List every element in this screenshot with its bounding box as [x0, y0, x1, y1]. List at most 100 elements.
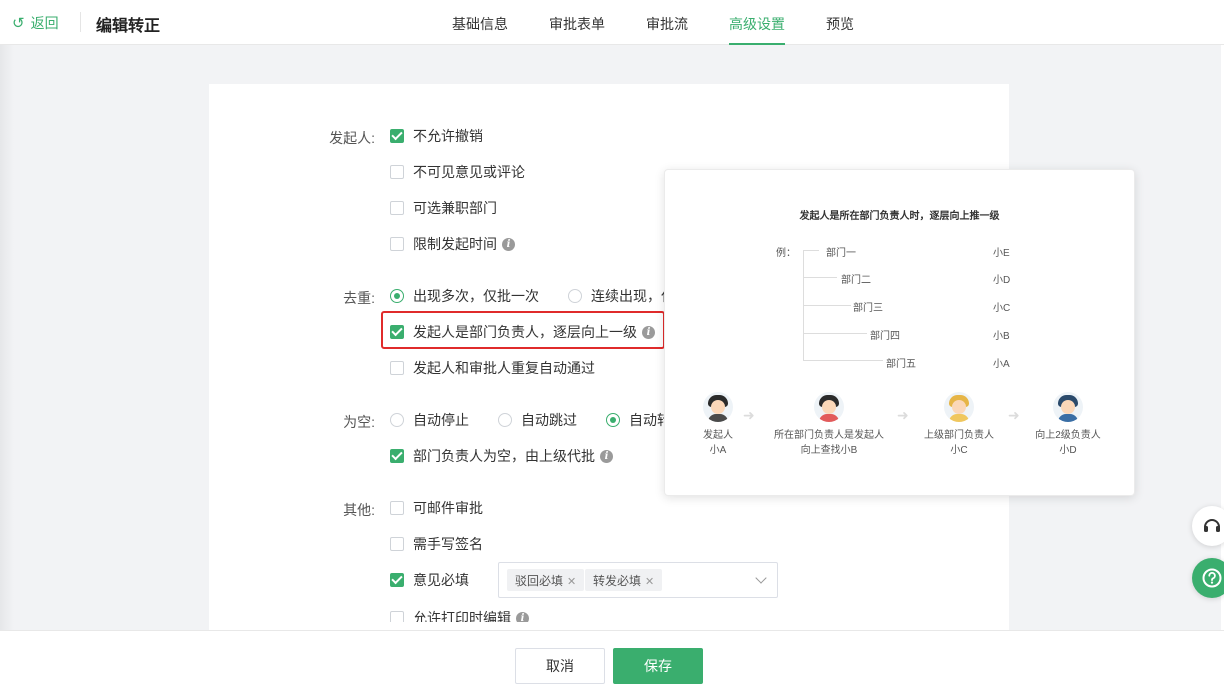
- tab-advanced-settings[interactable]: 高级设置: [729, 0, 785, 45]
- headset-icon: [1204, 519, 1220, 532]
- radio-auto-stop[interactable]: 自动停止: [390, 410, 469, 430]
- option-text: 限制发起时间: [413, 236, 497, 252]
- radio-auto-skip-dot[interactable]: [498, 413, 512, 427]
- option-text: 可选兼职部门: [413, 200, 497, 216]
- back-label: 返回: [30, 15, 59, 31]
- tab-preview[interactable]: 预览: [826, 0, 854, 45]
- info-icon[interactable]: i: [600, 449, 613, 463]
- flow-line1: 所在部门负责人是发起人: [774, 430, 884, 441]
- top-header: ↺ 返回 编辑转正 基础信息 审批表单 审批流 高级设置 预览: [0, 0, 1224, 45]
- option-text: 意见必填: [413, 572, 469, 588]
- checkbox-limit-time[interactable]: [390, 237, 404, 251]
- avatar-icon: [1053, 392, 1083, 422]
- dedupe-label: 去重:: [343, 290, 375, 306]
- empty-label: 为空:: [343, 414, 375, 430]
- option-text: 不允许撤销: [413, 128, 483, 144]
- info-icon[interactable]: i: [516, 611, 529, 622]
- checkbox-email[interactable]: [390, 501, 404, 515]
- other-label: 其他:: [343, 502, 375, 518]
- arrow-right-icon: ➜: [743, 407, 755, 423]
- tag-reject-required: 驳回必填 ✕: [507, 569, 585, 591]
- checkbox-opinion[interactable]: [390, 573, 404, 587]
- footer-bar: 取消 保存: [0, 630, 1224, 686]
- cancel-button[interactable]: 取消: [515, 648, 605, 684]
- option-opinion[interactable]: 意见必填: [390, 570, 469, 590]
- person-1: 小E: [993, 248, 1010, 259]
- radio-approve-once[interactable]: 出现多次，仅批一次: [390, 286, 539, 306]
- option-part-time-dept[interactable]: 可选兼职部门: [390, 198, 497, 218]
- dept-4: 部门四: [870, 331, 900, 342]
- flow-line2: 小C: [950, 445, 968, 456]
- checkbox-print-edit[interactable]: [390, 611, 404, 622]
- avatar-icon: [703, 392, 733, 422]
- dept-5: 部门五: [886, 359, 916, 370]
- person-3: 小C: [993, 303, 1011, 314]
- option-no-revoke[interactable]: 不允许撤销: [390, 126, 483, 146]
- avatar-icon: [944, 392, 974, 422]
- option-text: 部门负责人为空，由上级代批: [413, 448, 595, 464]
- option-text: 连续出现，仅: [591, 288, 675, 304]
- flow-line1: 向上2级负责人: [1035, 430, 1101, 441]
- customer-service-button[interactable]: [1192, 506, 1224, 546]
- close-icon[interactable]: ✕: [567, 576, 576, 588]
- dept-2: 部门二: [841, 275, 871, 286]
- flow-node-level2-head: 向上2级负责人 小D: [1003, 392, 1133, 458]
- option-supervisor[interactable]: 部门负责人为空，由上级代批 i: [390, 446, 613, 466]
- tag-forward-required: 转发必填 ✕: [585, 569, 663, 591]
- close-icon[interactable]: ✕: [645, 576, 654, 588]
- tab-basic-info[interactable]: 基础信息: [452, 0, 508, 45]
- tree-branch: [803, 305, 851, 306]
- checkbox-part-time-dept[interactable]: [390, 201, 404, 215]
- radio-consecutive-dot[interactable]: [568, 289, 582, 303]
- checkbox-supervisor[interactable]: [390, 449, 404, 463]
- example-label: 例：: [776, 248, 796, 259]
- option-text: 需手写签名: [413, 536, 483, 552]
- help-button[interactable]: [1192, 558, 1224, 598]
- avatar-icon: [814, 392, 844, 422]
- tab-bar: 基础信息 审批表单 审批流 高级设置 预览: [452, 0, 895, 45]
- option-limit-time[interactable]: 限制发起时间 i: [390, 234, 515, 254]
- flow-line1: 发起人: [703, 430, 733, 441]
- option-text: 允许打印时编辑: [413, 610, 511, 622]
- option-text: 发起人和审批人重复自动通过: [413, 360, 595, 376]
- save-button[interactable]: 保存: [613, 648, 703, 684]
- initiator-label: 发起人:: [329, 130, 375, 146]
- checkbox-hide-comments[interactable]: [390, 165, 404, 179]
- popover-title: 发起人是所在部门负责人时，逐层向上推一级: [799, 211, 1000, 222]
- option-print-edit[interactable]: 允许打印时编辑 i: [390, 608, 529, 622]
- back-button[interactable]: ↺ 返回: [12, 13, 59, 33]
- flow-line2: 小A: [709, 445, 727, 456]
- option-signature[interactable]: 需手写签名: [390, 534, 483, 554]
- radio-approve-once-dot[interactable]: [390, 289, 404, 303]
- tab-approval-flow[interactable]: 审批流: [646, 0, 688, 45]
- option-text: 不可见意见或评论: [413, 164, 525, 180]
- option-text: 可邮件审批: [413, 500, 483, 516]
- tab-approval-form[interactable]: 审批表单: [549, 0, 605, 45]
- checkbox-signature[interactable]: [390, 537, 404, 551]
- person-4: 小B: [993, 331, 1010, 342]
- chevron-down-icon[interactable]: [755, 572, 767, 584]
- radio-auto-transfer-dot[interactable]: [606, 413, 620, 427]
- highlight-box: [381, 311, 665, 349]
- header-divider: [80, 12, 81, 32]
- option-auto-pass[interactable]: 发起人和审批人重复自动通过: [390, 358, 595, 378]
- option-email[interactable]: 可邮件审批: [390, 498, 483, 518]
- dept-3: 部门三: [853, 303, 883, 314]
- flow-line1: 上级部门负责人: [924, 430, 994, 441]
- radio-consecutive[interactable]: 连续出现，仅: [568, 286, 675, 306]
- checkbox-auto-pass[interactable]: [390, 361, 404, 375]
- option-hide-comments[interactable]: 不可见意见或评论: [390, 162, 525, 182]
- flow-line2: 小D: [1059, 445, 1077, 456]
- flow-line2: 向上查找小B: [800, 445, 858, 456]
- help-icon: [1202, 568, 1222, 588]
- radio-auto-skip[interactable]: 自动跳过: [498, 410, 577, 430]
- person-2: 小D: [993, 275, 1011, 286]
- escalate-help-popover: 发起人是所在部门负责人时，逐层向上推一级 例： 部门一 部门二 部门三 部门四 …: [664, 169, 1135, 496]
- tag-text: 转发必填: [593, 574, 642, 588]
- radio-auto-stop-dot[interactable]: [390, 413, 404, 427]
- info-icon[interactable]: i: [502, 237, 515, 251]
- page-title: 编辑转正: [96, 18, 161, 35]
- opinion-required-select[interactable]: 驳回必填 ✕ 转发必填 ✕: [498, 562, 778, 598]
- option-text: 出现多次，仅批一次: [413, 288, 539, 304]
- checkbox-no-revoke[interactable]: [390, 129, 404, 143]
